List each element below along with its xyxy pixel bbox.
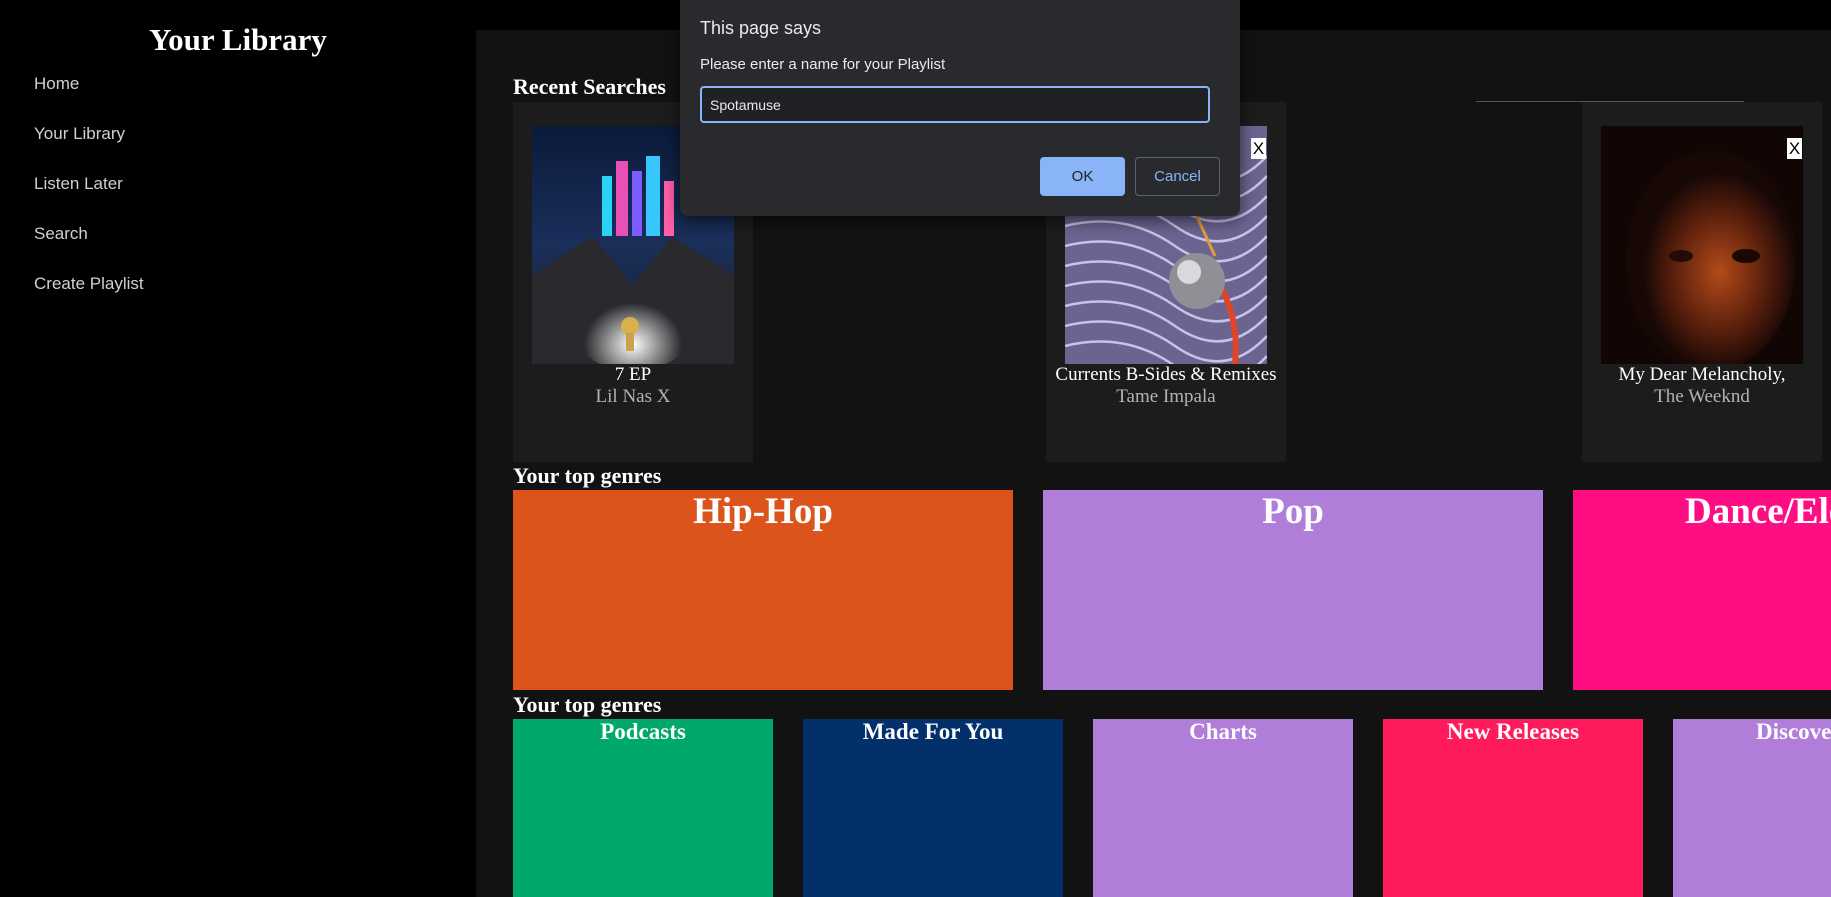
artist-name: Lil Nas X xyxy=(595,386,671,407)
category-tile-made-for-you[interactable]: Made For You xyxy=(803,719,1063,897)
category-label: Discover xyxy=(1756,719,1831,744)
category-tile-new-releases[interactable]: New Releases xyxy=(1383,719,1643,897)
genre-tile-hip-hop[interactable]: Hip-Hop xyxy=(513,490,1013,690)
sidebar-item-search[interactable]: Search xyxy=(34,224,88,244)
genre-tile-pop[interactable]: Pop xyxy=(1043,490,1543,690)
sidebar-title: Your Library xyxy=(149,22,327,57)
sidebar: Your Library Home Your Library Listen La… xyxy=(0,0,476,897)
artist-name: The Weeknd xyxy=(1654,386,1750,407)
genre-label: Dance/Electronic xyxy=(1685,491,1831,532)
remove-recent-button[interactable]: X xyxy=(1251,138,1266,159)
category-label: Made For You xyxy=(862,719,1004,744)
category-label: Charts xyxy=(1189,719,1257,744)
dialog-message: Please enter a name for your Playlist xyxy=(700,56,946,73)
category-tile-discover[interactable]: Discover xyxy=(1673,719,1831,897)
album-title: My Dear Melancholy, xyxy=(1618,364,1786,385)
album-title: Currents B-Sides & Remixes xyxy=(1055,364,1277,385)
sidebar-item-create-playlist[interactable]: Create Playlist xyxy=(34,274,144,294)
artist-name: Tame Impala xyxy=(1116,386,1216,407)
category-tile-charts[interactable]: Charts xyxy=(1093,719,1353,897)
recent-card-my-dear-melancholy[interactable]: X My Dear Melancholy, The Weeknd xyxy=(1582,102,1822,462)
genre-label: Pop xyxy=(1262,491,1324,532)
ok-button[interactable]: OK xyxy=(1040,157,1125,196)
sidebar-item-listen-later[interactable]: Listen Later xyxy=(34,174,123,194)
category-label: New Releases xyxy=(1446,719,1580,744)
prompt-dialog: This page says Please enter a name for y… xyxy=(680,0,1240,216)
playlist-name-input[interactable] xyxy=(700,86,1210,123)
album-cover-my-dear-melancholy xyxy=(1601,126,1803,364)
category-label: Podcasts xyxy=(600,719,686,744)
sidebar-item-your-library[interactable]: Your Library xyxy=(34,124,125,144)
album-title: 7 EP xyxy=(614,364,652,385)
categories-title: Your top genres xyxy=(513,692,662,717)
genre-label: Hip-Hop xyxy=(693,491,833,532)
sidebar-item-home[interactable]: Home xyxy=(34,74,79,94)
remove-recent-button[interactable]: X xyxy=(1787,138,1802,159)
cancel-button[interactable]: Cancel xyxy=(1135,157,1220,196)
genre-tile-dance-electronic[interactable]: Dance/Electronic xyxy=(1573,490,1831,690)
category-tile-podcasts[interactable]: Podcasts xyxy=(513,719,773,897)
recent-searches-title: Recent Searches xyxy=(513,74,666,99)
top-genres-title: Your top genres xyxy=(513,463,662,488)
dialog-title: This page says xyxy=(700,18,822,38)
